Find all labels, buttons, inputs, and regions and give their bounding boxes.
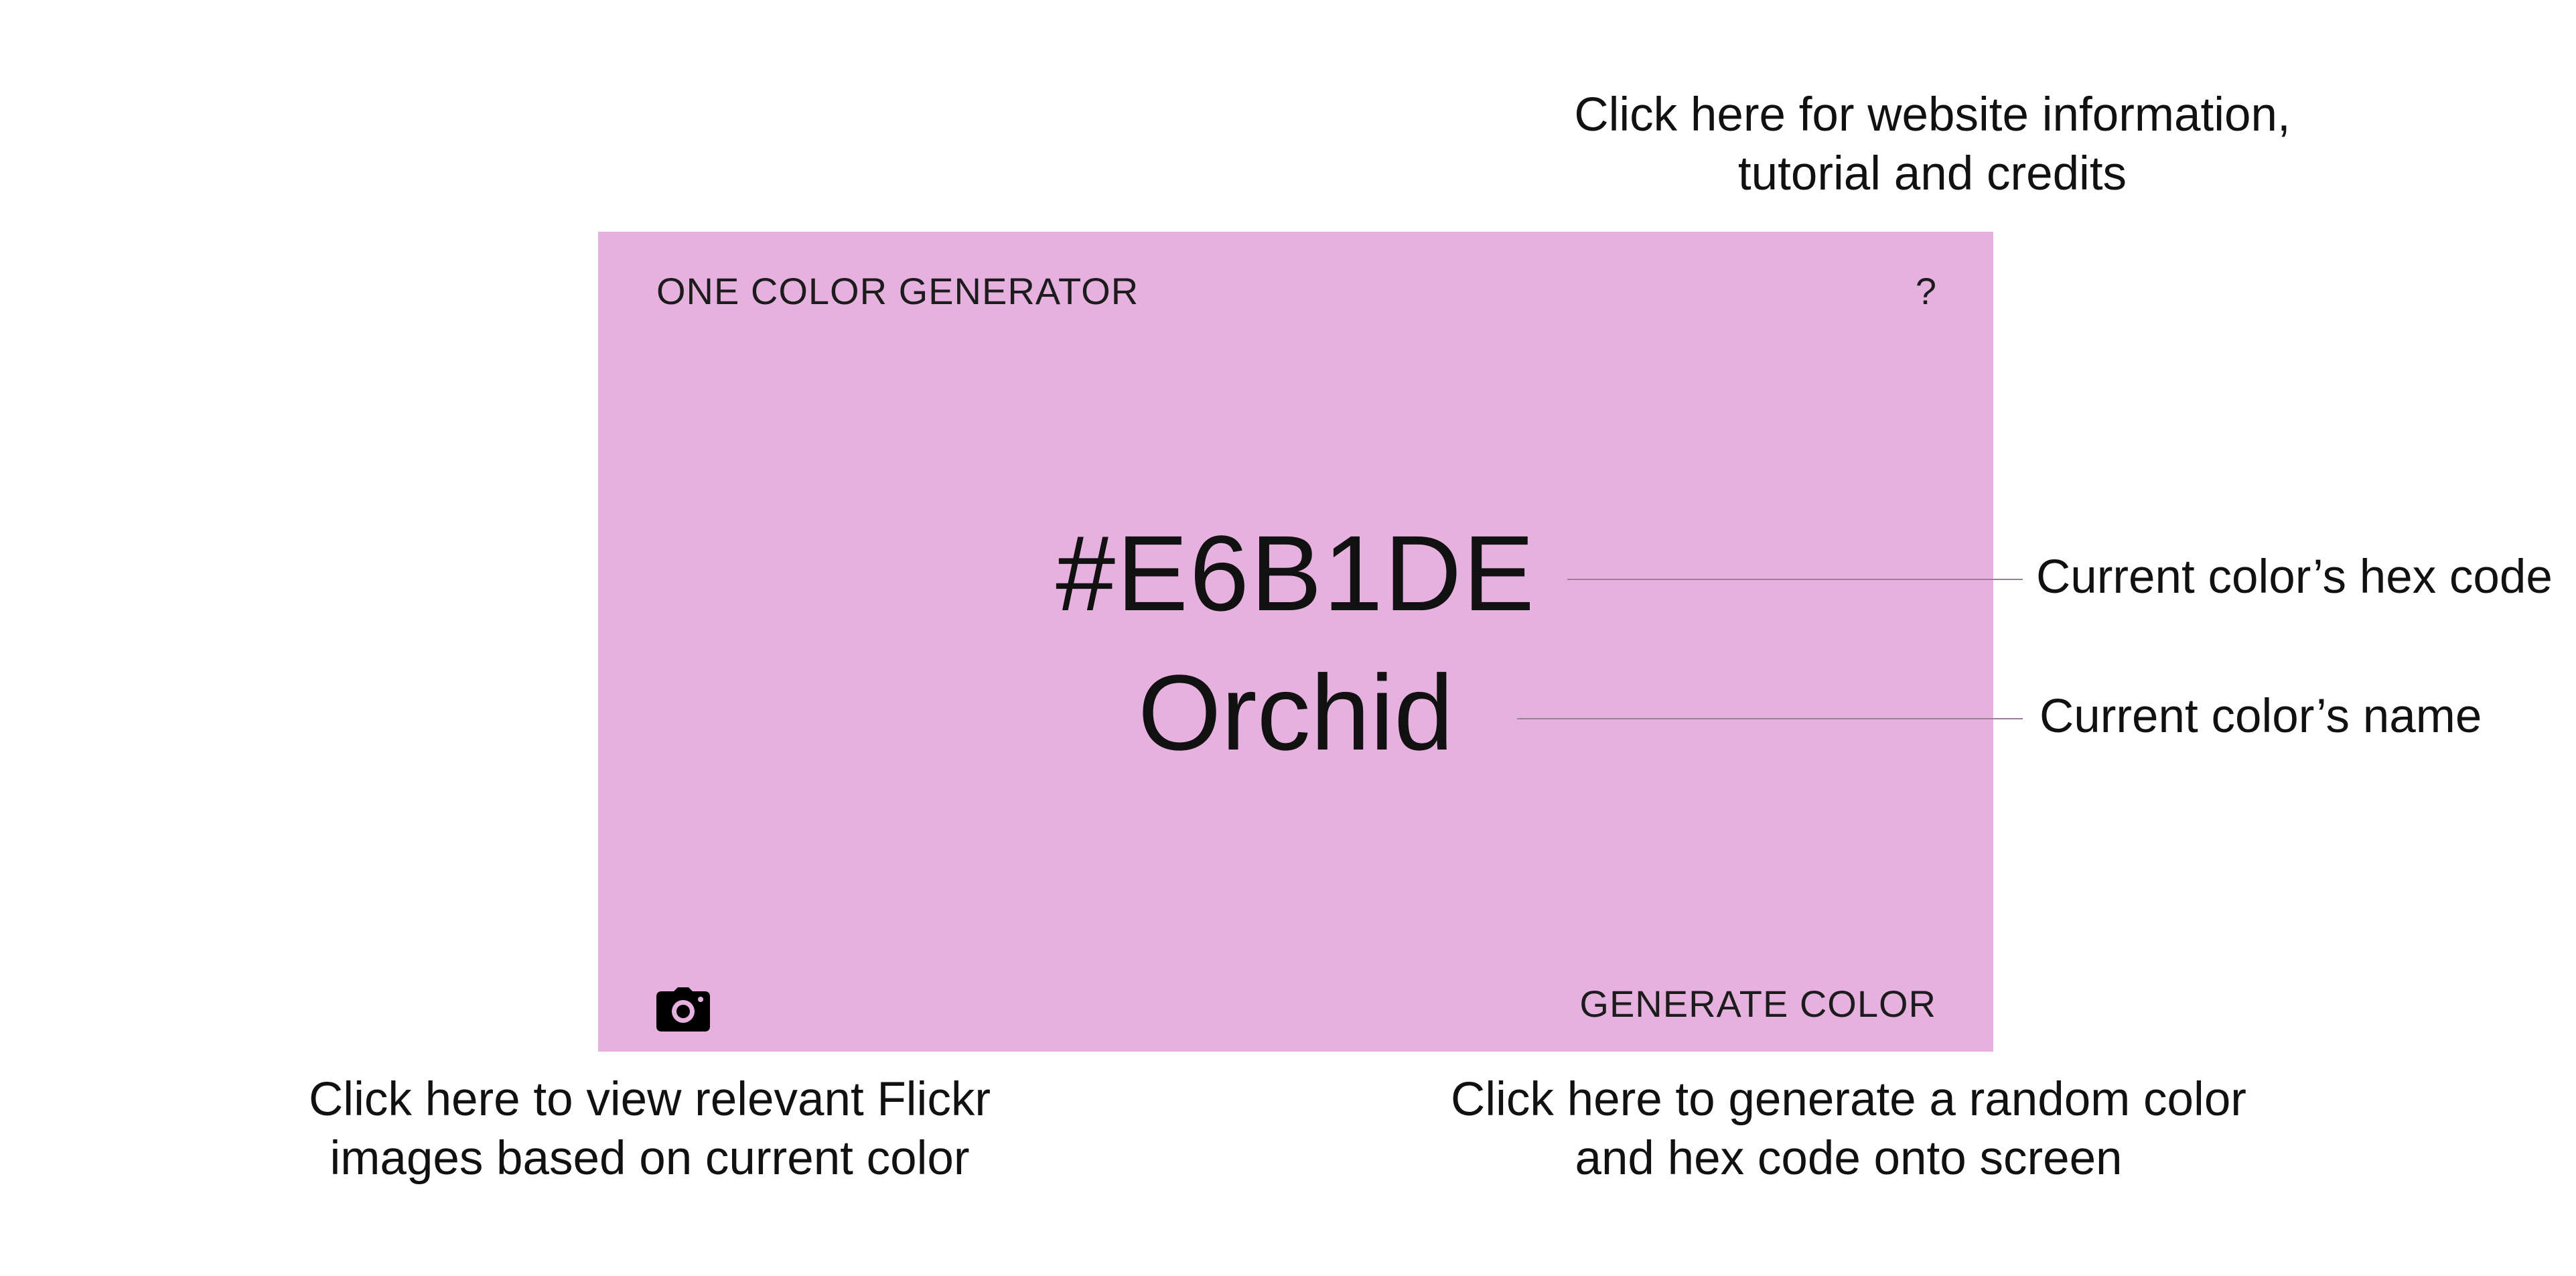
annotation-info: Click here for website information, tuto…	[1554, 86, 2311, 204]
annotation-generate: Click here to generate a random color an…	[1413, 1070, 2284, 1188]
camera-icon	[656, 987, 710, 1032]
annotation-info-line-2: tutorial and credits	[1737, 147, 2127, 200]
annotation-flickr: Click here to view relevant Flickr image…	[268, 1070, 1031, 1188]
annotation-hex: Current color’s hex code	[2036, 551, 2553, 604]
hex-code-display: #E6B1DE	[1056, 513, 1536, 633]
annotation-info-line-1: Click here for website information,	[1574, 88, 2291, 141]
annotation-generate-line-2: and hex code onto screen	[1575, 1132, 2123, 1185]
diagram-stage: Click here for website information, tuto…	[0, 0, 2576, 1276]
help-button[interactable]: ?	[1916, 269, 1936, 313]
annotation-flickr-line-1: Click here to view relevant Flickr	[309, 1073, 991, 1126]
annotation-name: Current color’s name	[2040, 690, 2482, 743]
color-panel: ONE COLOR GENERATOR ? #E6B1DE Orchid GEN…	[598, 232, 1993, 1052]
name-annotation-leader-line	[1517, 718, 2023, 719]
flickr-images-button[interactable]	[656, 987, 710, 1032]
generate-color-button[interactable]: GENERATE COLOR	[1579, 982, 1936, 1025]
app-title: ONE COLOR GENERATOR	[656, 270, 1139, 312]
annotation-generate-line-1: Click here to generate a random color	[1451, 1073, 2246, 1126]
hex-annotation-leader-line	[1567, 579, 2023, 580]
color-name-display: Orchid	[1137, 652, 1454, 772]
annotation-flickr-line-2: images based on current color	[330, 1132, 970, 1185]
